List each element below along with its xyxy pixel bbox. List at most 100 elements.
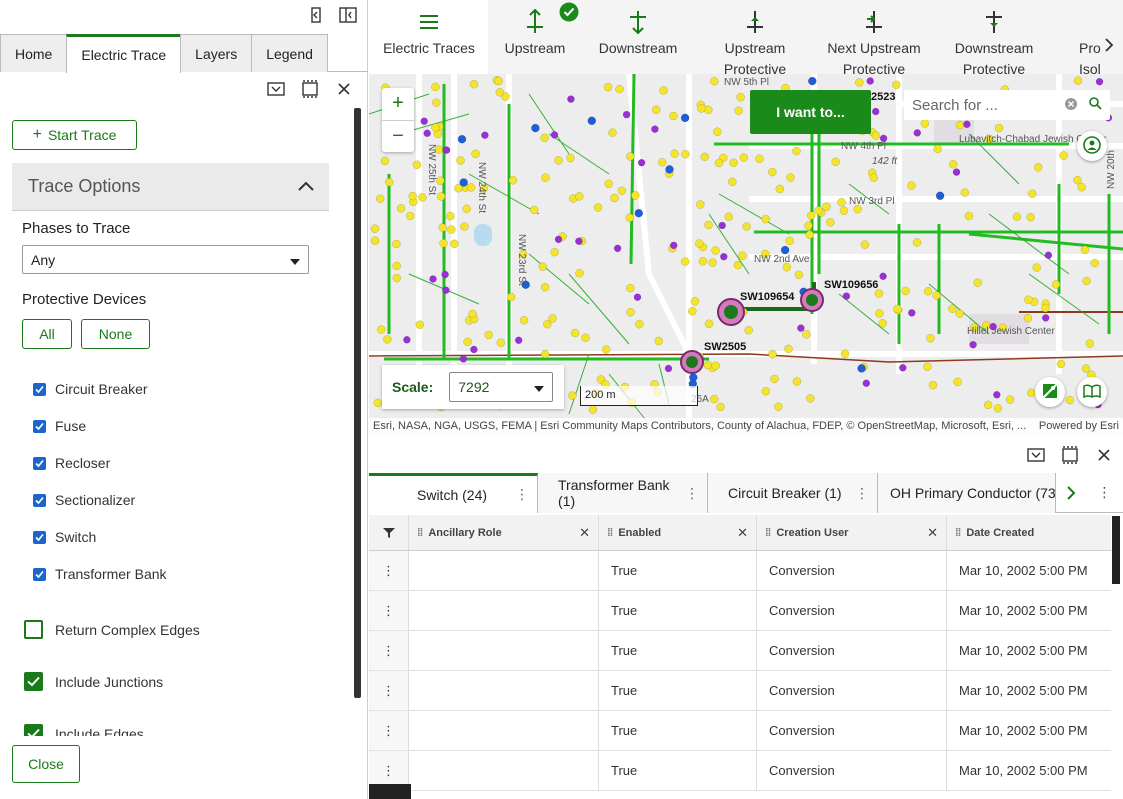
device-point[interactable] xyxy=(913,129,922,137)
device-point[interactable] xyxy=(568,391,577,400)
device-point[interactable] xyxy=(826,218,835,227)
device-point[interactable] xyxy=(935,191,945,201)
device-point[interactable] xyxy=(761,214,771,224)
device-point[interactable] xyxy=(718,221,726,230)
device-point[interactable] xyxy=(755,154,764,164)
device-point[interactable] xyxy=(1026,212,1035,222)
device-point[interactable] xyxy=(431,123,440,132)
close-panel-icon[interactable] xyxy=(335,80,353,98)
bookmarks-button[interactable] xyxy=(1077,377,1107,407)
device-point[interactable] xyxy=(710,76,719,86)
device-point[interactable] xyxy=(567,95,575,103)
table-row[interactable]: ⋮ True Conversion Mar 10, 2002 5:00 PM xyxy=(369,711,1111,751)
device-point[interactable] xyxy=(774,402,783,411)
map-search-box[interactable]: Search for ... xyxy=(904,90,1110,120)
device-point[interactable] xyxy=(690,297,700,306)
device-point[interactable] xyxy=(1041,303,1050,313)
checkbox-checked-icon[interactable] xyxy=(33,530,46,544)
zoom-out-button[interactable]: − xyxy=(382,119,414,153)
search-input[interactable]: Search for ... xyxy=(912,97,1065,114)
device-point[interactable] xyxy=(447,225,456,234)
table-row[interactable]: ⋮ True Conversion Mar 10, 2002 5:00 PM xyxy=(369,551,1111,591)
device-point[interactable] xyxy=(657,158,667,167)
device-point[interactable] xyxy=(670,149,679,158)
device-point[interactable] xyxy=(373,398,383,408)
device-point[interactable] xyxy=(566,153,575,163)
locate-me-button[interactable] xyxy=(1077,131,1107,161)
device-point[interactable] xyxy=(973,278,982,287)
device-point[interactable] xyxy=(593,203,603,212)
device-point[interactable] xyxy=(993,404,1003,413)
device-point[interactable] xyxy=(822,202,831,212)
device-point[interactable] xyxy=(908,309,916,317)
device-point[interactable] xyxy=(587,116,597,126)
table-row[interactable]: ⋮ True Conversion Mar 10, 2002 5:00 PM xyxy=(369,591,1111,631)
device-point[interactable] xyxy=(575,237,583,245)
device-point[interactable] xyxy=(538,262,547,271)
device-point[interactable] xyxy=(429,275,437,283)
device-point[interactable] xyxy=(442,146,451,154)
device-point[interactable] xyxy=(724,212,733,222)
restore-icon[interactable] xyxy=(1027,446,1045,464)
device-point[interactable] xyxy=(1051,280,1061,289)
chevron-right-icon[interactable] xyxy=(1104,38,1114,55)
trace-options-header[interactable]: Trace Options xyxy=(12,163,329,211)
row-menu-icon[interactable]: ⋮ xyxy=(369,671,409,710)
device-point[interactable] xyxy=(463,337,472,347)
device-point[interactable] xyxy=(698,257,708,266)
device-point[interactable] xyxy=(459,355,468,363)
device-point[interactable] xyxy=(770,374,779,384)
device-point[interactable] xyxy=(1005,395,1015,404)
device-point[interactable] xyxy=(969,340,977,349)
i-want-to-button[interactable]: I want to... xyxy=(750,90,871,134)
device-point[interactable] xyxy=(608,128,617,137)
device-point[interactable] xyxy=(952,168,961,176)
checkbox-checked-icon[interactable] xyxy=(24,724,43,736)
device-fuse[interactable]: Fuse xyxy=(33,418,86,434)
device-point[interactable] xyxy=(923,362,932,371)
device-point[interactable] xyxy=(892,80,901,90)
device-point[interactable] xyxy=(808,76,817,86)
device-point[interactable] xyxy=(466,183,476,192)
tab-layers[interactable]: Layers xyxy=(180,34,253,72)
device-point[interactable] xyxy=(436,192,446,201)
device-point[interactable] xyxy=(439,239,448,248)
scale-select[interactable]: 7292 xyxy=(449,372,554,402)
device-point[interactable] xyxy=(481,131,489,139)
device-point[interactable] xyxy=(1032,263,1041,272)
device-point[interactable] xyxy=(733,260,743,270)
device-point[interactable] xyxy=(392,239,401,249)
device-point[interactable] xyxy=(768,167,777,177)
tab-oh-primary-conductor[interactable]: OH Primary Conductor (73) xyxy=(878,473,1056,513)
device-point[interactable] xyxy=(554,156,563,165)
device-point[interactable] xyxy=(669,241,678,250)
device-point[interactable] xyxy=(392,261,401,271)
device-point[interactable] xyxy=(761,386,771,396)
device-point[interactable] xyxy=(441,270,449,279)
device-point[interactable] xyxy=(948,160,958,169)
device-point[interactable] xyxy=(540,282,550,292)
device-point[interactable] xyxy=(806,211,816,220)
next-upstream-protective-button[interactable]: Next Upstream Protective xyxy=(823,6,925,80)
device-point[interactable] xyxy=(948,304,957,313)
device-point[interactable] xyxy=(604,179,613,189)
device-point[interactable] xyxy=(794,270,804,280)
device-circuit-breaker[interactable]: Circuit Breaker xyxy=(33,381,148,397)
device-point[interactable] xyxy=(893,304,902,314)
device-point[interactable] xyxy=(470,345,478,354)
table-horizontal-scrollbar[interactable] xyxy=(369,784,411,799)
device-point[interactable] xyxy=(494,76,503,86)
checkbox-checked-icon[interactable] xyxy=(33,456,46,470)
device-point[interactable] xyxy=(831,157,840,167)
device-point[interactable] xyxy=(739,153,749,162)
device-point[interactable] xyxy=(960,188,970,197)
device-point[interactable] xyxy=(625,213,634,222)
tab-home[interactable]: Home xyxy=(0,34,68,72)
device-point[interactable] xyxy=(581,333,590,343)
tab-electric-trace[interactable]: Electric Trace xyxy=(66,34,182,73)
device-point[interactable] xyxy=(514,336,523,345)
device-point[interactable] xyxy=(1028,189,1037,198)
device-point[interactable] xyxy=(862,379,871,388)
checkbox-checked-icon[interactable] xyxy=(33,419,46,433)
restore-icon[interactable] xyxy=(267,80,285,98)
